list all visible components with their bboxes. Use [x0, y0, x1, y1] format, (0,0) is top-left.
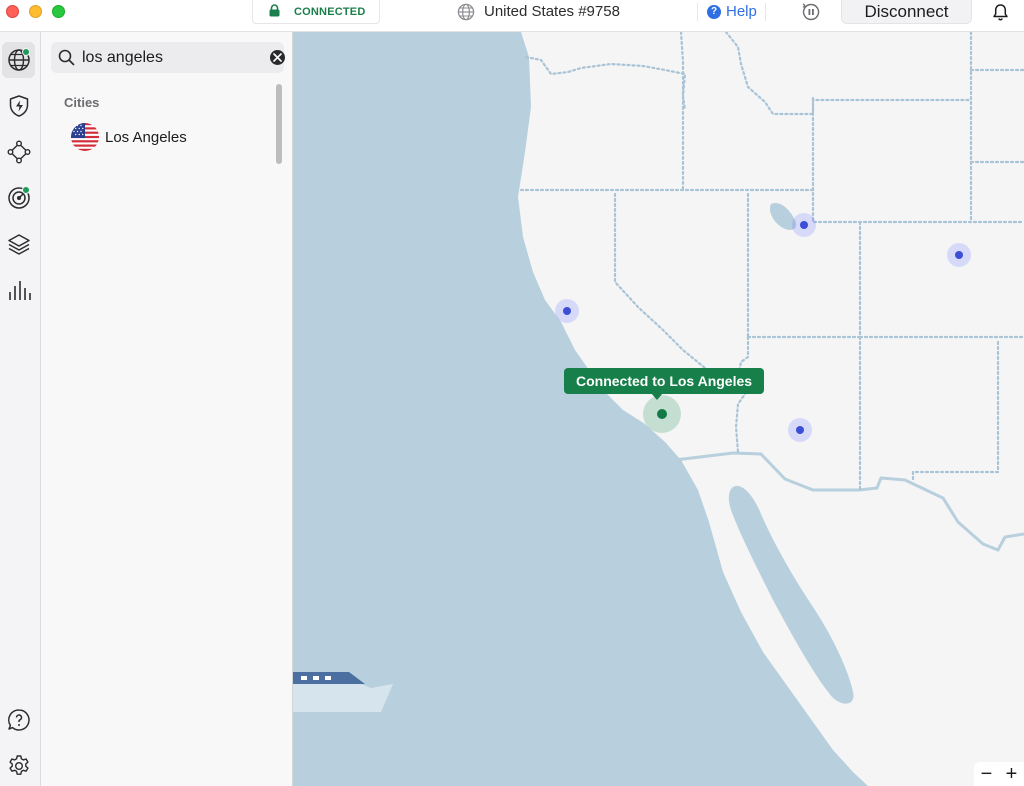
question-icon: ? — [707, 4, 721, 19]
divider — [697, 3, 698, 21]
shield-bolt-icon — [9, 95, 28, 117]
nav-countries[interactable] — [2, 42, 35, 78]
title-bar: CONNECTED United States #9758 ? Help Dis… — [0, 0, 1024, 32]
search-box — [51, 42, 285, 73]
search-input[interactable] — [82, 46, 257, 70]
help-label: Help — [726, 3, 757, 20]
globe-icon — [457, 3, 475, 21]
gear-icon — [8, 755, 29, 775]
help-link[interactable]: ? Help — [707, 3, 757, 20]
nav-support[interactable] — [2, 702, 35, 738]
search-icon — [58, 49, 75, 66]
bell-icon[interactable] — [992, 3, 1009, 21]
navigation-rail — [0, 32, 41, 786]
window-minimize-button[interactable] — [29, 5, 42, 18]
world-map[interactable]: Connected to Los Angeles − + — [293, 32, 1024, 786]
server-location-marker[interactable] — [792, 213, 816, 237]
nav-threat-protection[interactable] — [2, 88, 35, 124]
server-location-marker[interactable] — [555, 299, 579, 323]
connection-tooltip: Connected to Los Angeles — [564, 368, 765, 400]
server-name: United States #9758 — [484, 3, 620, 20]
nav-dark-web-monitor[interactable] — [2, 180, 35, 216]
pause-icon[interactable] — [800, 2, 822, 22]
nav-meshnet[interactable] — [2, 134, 35, 170]
window-maximize-button[interactable] — [52, 5, 65, 18]
lock-icon — [269, 4, 280, 17]
server-location-marker[interactable] — [788, 418, 812, 442]
list-item-los-angeles[interactable]: Los Angeles — [71, 120, 271, 154]
window-close-button[interactable] — [6, 5, 19, 18]
clear-search-icon[interactable] — [270, 50, 285, 65]
status-dot — [22, 48, 30, 56]
server-location-marker[interactable] — [947, 243, 971, 267]
section-title: Cities — [64, 95, 100, 110]
disconnect-button[interactable]: Disconnect — [841, 0, 972, 24]
question-bubble-icon — [7, 709, 30, 731]
layers-icon — [7, 234, 30, 255]
city-name: Los Angeles — [105, 128, 187, 146]
zoom-controls: − + — [974, 762, 1024, 786]
nav-specialty-servers[interactable] — [2, 226, 35, 262]
bar-chart-icon — [8, 281, 31, 300]
connection-status: CONNECTED — [252, 0, 380, 24]
connected-location-marker[interactable] — [643, 395, 681, 433]
scrollbar[interactable] — [276, 84, 282, 164]
meshnet-icon — [7, 140, 31, 164]
search-panel: Cities Los Angeles — [41, 32, 293, 786]
us-flag-icon — [71, 123, 99, 151]
status-dot — [22, 186, 30, 194]
current-server: United States #9758 — [380, 0, 700, 24]
zoom-out-button[interactable]: − — [974, 762, 999, 786]
nav-settings[interactable] — [2, 748, 35, 784]
nav-statistics[interactable] — [2, 272, 35, 308]
status-label: CONNECTED — [294, 6, 366, 18]
zoom-in-button[interactable]: + — [999, 762, 1024, 786]
divider — [765, 3, 766, 21]
